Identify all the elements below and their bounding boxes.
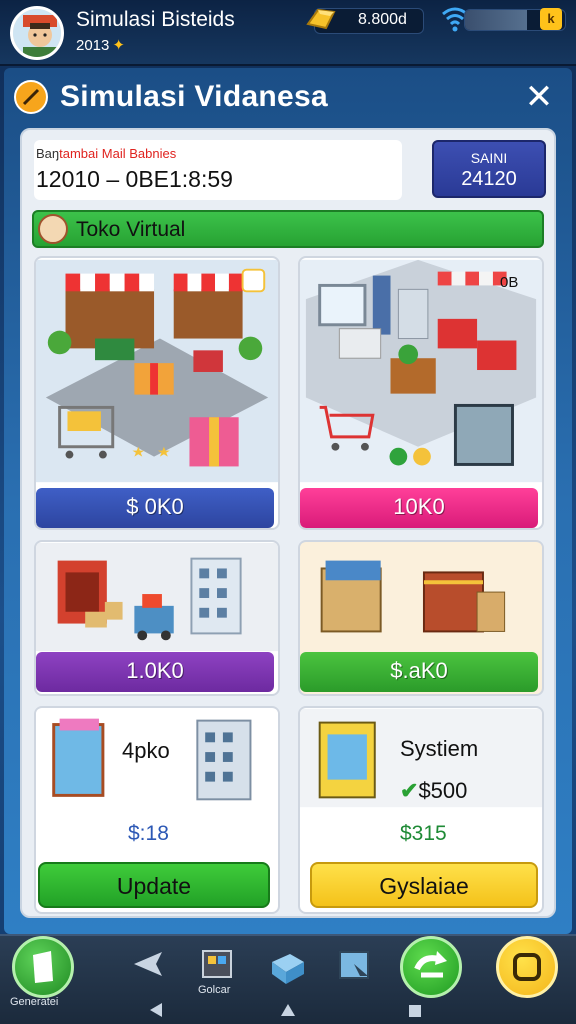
store-badge: 0B bbox=[500, 274, 519, 291]
date-box[interactable]: SAINI 24120 bbox=[432, 140, 546, 198]
player-avatar[interactable] bbox=[10, 6, 64, 60]
shop-card-vending[interactable]: 4pko $:18 Update bbox=[34, 706, 280, 914]
shop-card-market[interactable]: $ 0K0 bbox=[34, 256, 280, 530]
player-name: Simulasi Bisteids bbox=[76, 8, 235, 31]
nav-menu-button[interactable] bbox=[496, 936, 558, 998]
goods-crates-icon bbox=[300, 542, 542, 652]
nav-left-label: Generatei bbox=[10, 996, 59, 1008]
system-recents-icon[interactable] bbox=[408, 1004, 422, 1018]
nav-generate-button[interactable] bbox=[12, 936, 74, 998]
system-sub-price: ✔$500 bbox=[400, 778, 467, 804]
panel-title: Simulasi Vidanesa bbox=[60, 80, 329, 113]
system-label: Systiem bbox=[400, 736, 479, 761]
shop-card-store[interactable]: 0B 10K0 bbox=[298, 256, 544, 530]
system-home-icon[interactable] bbox=[280, 1002, 296, 1018]
calendar-icon[interactable] bbox=[200, 946, 234, 980]
energy-fill bbox=[465, 10, 527, 30]
system-price: $315 bbox=[400, 822, 447, 845]
back-arrow-icon[interactable] bbox=[132, 950, 164, 978]
player-level-value: 2013 bbox=[76, 37, 110, 54]
top-bar: Simulasi Bisteids 2013 ✦ 8.800d k bbox=[0, 0, 576, 66]
buy-store-button[interactable]: 10K0 bbox=[300, 488, 538, 528]
gold-bar-icon bbox=[306, 8, 336, 30]
box-icon bbox=[33, 951, 53, 983]
shop-card-system[interactable]: Systiem ✔$500 $315 Gyslaiae bbox=[298, 706, 544, 914]
buy-market-button[interactable]: $ 0K0 bbox=[36, 488, 274, 528]
vending-label: 4pko bbox=[122, 738, 170, 763]
pin-screen-icon[interactable] bbox=[336, 946, 376, 986]
buy-goods-button[interactable]: $.aK0 bbox=[300, 652, 538, 692]
date-box-line1: SAINI bbox=[470, 150, 508, 166]
coin-square-icon bbox=[513, 953, 541, 981]
shop-card-goods[interactable]: $.aK0 bbox=[298, 540, 544, 696]
info-datetime: 12010 – 0BE1:8:59 bbox=[36, 166, 233, 192]
update-button[interactable]: Update bbox=[38, 862, 270, 908]
coin-value: 8.800d bbox=[358, 11, 407, 28]
buy-warehouse-button[interactable]: 1.0K0 bbox=[36, 652, 274, 692]
warehouse-icon bbox=[36, 542, 278, 652]
close-button[interactable]: ✕ bbox=[522, 80, 556, 114]
nav-mid-label: Golcar bbox=[198, 984, 231, 996]
player-level: 2013 ✦ bbox=[76, 36, 125, 54]
shop-card-warehouse[interactable]: 1.0K0 bbox=[34, 540, 280, 696]
check-icon: ✔ bbox=[400, 778, 419, 803]
vending-price: $:18 bbox=[128, 822, 169, 845]
secondary-button[interactable]: Gyslaiae bbox=[310, 862, 538, 908]
info-label-red: tambai Mail Babnies bbox=[59, 146, 177, 161]
system-back-icon[interactable] bbox=[148, 1002, 164, 1018]
pencil-icon bbox=[14, 80, 48, 114]
level-star-icon: ✦ bbox=[112, 37, 125, 54]
energy-add-badge[interactable]: k bbox=[540, 8, 562, 30]
section-title: Toko Virtual bbox=[76, 218, 186, 241]
info-label-prefix: Baŋ bbox=[36, 146, 60, 161]
store-interior-icon bbox=[300, 259, 542, 483]
nav-refresh-button[interactable] bbox=[400, 936, 462, 998]
cube-icon[interactable] bbox=[268, 946, 308, 986]
info-label: Baŋtambai Mail Babnies bbox=[36, 146, 176, 161]
system-sub-price-value: $500 bbox=[418, 778, 468, 803]
refresh-arrow-icon bbox=[414, 951, 447, 978]
market-stall-icon bbox=[36, 259, 278, 483]
date-box-line2: 24120 bbox=[461, 168, 517, 190]
shopkeeper-icon bbox=[38, 214, 68, 244]
